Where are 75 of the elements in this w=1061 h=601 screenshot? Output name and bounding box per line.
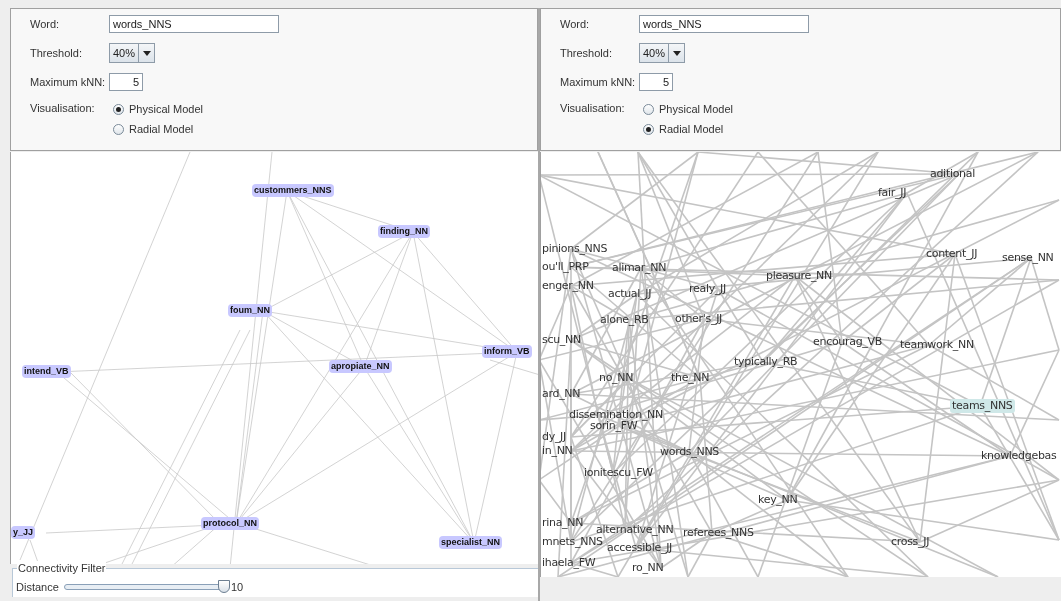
graph-node[interactable]: enger_NN xyxy=(541,279,595,293)
field-label: Maximum kNN: xyxy=(30,74,107,90)
radio-label: Radial Model xyxy=(659,121,724,137)
graph-node[interactable]: scu_NN xyxy=(541,333,582,347)
graph-node[interactable]: pleasure_NN xyxy=(765,269,833,283)
graph-node[interactable]: content_JJ xyxy=(925,247,979,261)
graph-node[interactable]: ard_NN xyxy=(541,387,582,401)
filter-title: Connectivity Filter xyxy=(17,561,107,575)
radio-button[interactable] xyxy=(113,123,124,135)
graph-node[interactable]: fair_JJ xyxy=(877,186,908,200)
graph-node[interactable]: y_JJ xyxy=(11,526,36,539)
graph-node[interactable]: no_NN xyxy=(598,371,635,385)
graph-node[interactable]: dy_JJ xyxy=(541,430,567,444)
caret-icon xyxy=(142,50,151,56)
caret-icon xyxy=(672,50,681,56)
graph-node[interactable]: apropiate_NN xyxy=(329,360,392,373)
graph-node[interactable]: pinions_NNS xyxy=(541,242,609,256)
graph-node[interactable]: mnets_NNS xyxy=(541,535,604,549)
radio-button[interactable] xyxy=(113,103,124,115)
field-label: Maximum kNN: xyxy=(560,74,637,90)
threshold-dropdown[interactable]: 40% xyxy=(109,43,156,63)
graph-node[interactable]: referees_NNS xyxy=(682,526,755,540)
field-label: Word: xyxy=(560,16,591,32)
graph-node[interactable]: ihaela_FW xyxy=(541,556,597,570)
graph-node[interactable]: knowledgebas xyxy=(980,449,1058,463)
graph-node[interactable]: alone_RB xyxy=(599,313,650,327)
field-label: Visualisation: xyxy=(560,101,626,116)
graph-node[interactable]: accessible_JJ xyxy=(606,541,674,555)
graph-node[interactable]: alternative_NN xyxy=(595,523,675,537)
field-label: Threshold: xyxy=(560,45,613,61)
field-label: Word: xyxy=(30,16,61,32)
radio-label: Physical Model xyxy=(129,101,203,117)
graph-node[interactable]: protocol_NN xyxy=(201,517,259,530)
graph-node[interactable]: aditional xyxy=(929,167,976,181)
graph-node[interactable]: sorin_FW xyxy=(589,419,639,433)
graph-node[interactable]: cross_JJ xyxy=(890,535,931,549)
radio-label: Radial Model xyxy=(129,121,194,137)
knn-field[interactable]: 5 xyxy=(639,73,673,91)
field-label: Threshold: xyxy=(30,45,83,61)
distance-slider[interactable] xyxy=(64,581,229,593)
graph-node[interactable]: rina_NN xyxy=(541,516,585,530)
slider-label: Distance xyxy=(16,579,60,595)
graph-node[interactable]: encourag_VB xyxy=(812,335,883,349)
graph-node[interactable]: realy_JJ xyxy=(688,282,727,296)
graph-node[interactable]: ro_NN xyxy=(631,561,665,575)
graph-node[interactable]: alimar_NN xyxy=(611,261,668,275)
graph-node[interactable]: the_NN xyxy=(670,371,711,385)
slider-thumb[interactable] xyxy=(218,580,231,593)
graph-node[interactable]: custommers_NNS xyxy=(252,184,334,197)
radio-button[interactable] xyxy=(643,123,654,135)
graph-node[interactable]: ou'll_PRP xyxy=(541,260,590,274)
slider-value: 10 xyxy=(231,579,244,595)
graph-node[interactable]: typically_RB xyxy=(733,355,799,369)
radio-button[interactable] xyxy=(643,103,654,115)
knn-field[interactable]: 5 xyxy=(109,73,143,91)
graph-node[interactable]: teams_NNS xyxy=(950,399,1015,413)
graph-node[interactable]: specialist_NN xyxy=(439,536,503,549)
graph-node[interactable]: in_NN xyxy=(541,444,574,458)
graph-node[interactable]: intend_VB xyxy=(22,365,71,378)
radio-label: Physical Model xyxy=(659,101,733,117)
graph-node[interactable]: teamwork_NN xyxy=(899,338,975,352)
graph-node[interactable]: inform_VB xyxy=(482,345,532,358)
graph-node[interactable]: dissemination_NN xyxy=(568,408,664,422)
graph-node[interactable]: other's_JJ xyxy=(674,312,724,326)
graph-node[interactable]: foum_NN xyxy=(228,304,272,317)
graph-node[interactable]: sense_NN xyxy=(1001,251,1055,265)
graph-node[interactable]: actual_JJ xyxy=(607,287,653,301)
graph-node[interactable]: key_NN xyxy=(757,493,799,507)
threshold-dropdown[interactable]: 40% xyxy=(639,43,686,63)
graph-node[interactable]: words_NNS xyxy=(659,445,720,459)
field-label: Visualisation: xyxy=(30,101,96,116)
word-field[interactable]: words_NNS xyxy=(639,15,809,33)
graph-node[interactable]: finding_NN xyxy=(378,225,430,238)
graph-node[interactable]: ionitescu_FW xyxy=(583,466,654,480)
word-field[interactable]: words_NNS xyxy=(109,15,279,33)
